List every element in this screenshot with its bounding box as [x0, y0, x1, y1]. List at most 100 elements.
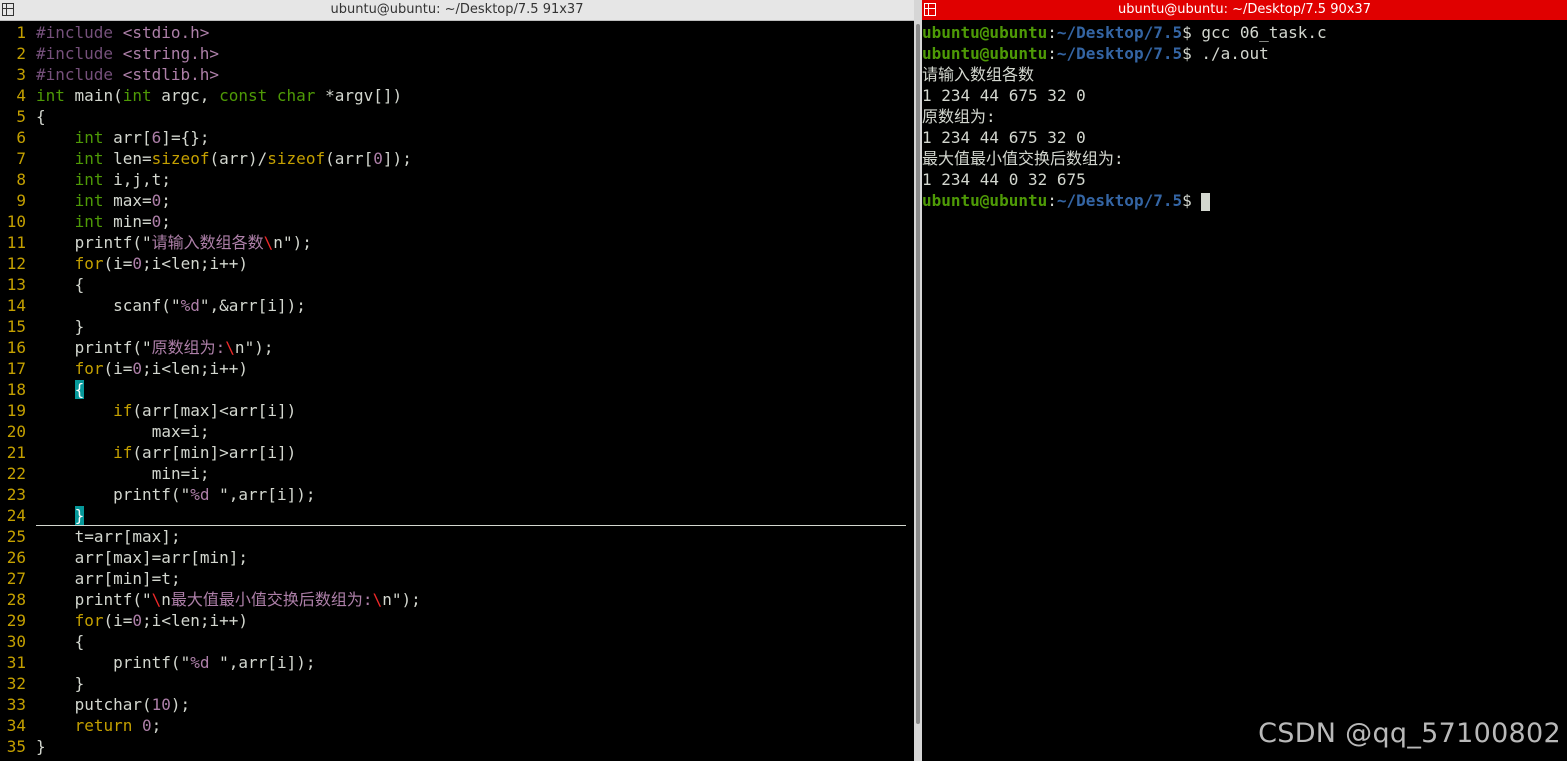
code-text: for(i=0;i<len;i++) — [74, 254, 249, 273]
code-line[interactable]: 12 for(i=0;i<len;i++) — [0, 253, 914, 274]
code-line[interactable]: 5{ — [0, 106, 914, 127]
code-text: int min=0; — [74, 212, 171, 231]
output-line: 原数组为: — [922, 107, 996, 126]
code-line[interactable]: 14 scanf("%d",&arr[i]); — [0, 295, 914, 316]
code-line[interactable]: 15 } — [0, 316, 914, 337]
code-line[interactable]: 10 int min=0; — [0, 211, 914, 232]
terminal-output[interactable]: ubuntu@ubuntu:~/Desktop/7.5$ gcc 06_task… — [922, 22, 1567, 211]
line-number: 22 — [6, 464, 26, 483]
line-number: 31 — [6, 653, 26, 672]
code-line[interactable]: 2 #include <string.h> — [0, 43, 914, 64]
code-area[interactable]: 1 #include <stdio.h> 2 #include <string.h> 3… — [0, 22, 914, 757]
line-number: 12 — [6, 254, 26, 273]
code-line[interactable]: 21 if(arr[min]>arr[i]) — [0, 442, 914, 463]
code-text: { — [74, 380, 85, 399]
csdn-watermark: CSDN @qq_57100802 — [1258, 718, 1561, 749]
line-number: 32 — [6, 674, 26, 693]
code-line[interactable]: 22 min=i; — [0, 463, 914, 484]
code-text: int len=sizeof(arr)/sizeof(arr[0]); — [74, 149, 412, 168]
code-line[interactable]: 33 putchar(10); — [0, 694, 914, 715]
line-number: 25 — [6, 527, 26, 546]
code-text: { — [74, 632, 85, 651]
code-text: min=i; — [151, 464, 210, 483]
code-line[interactable]: 27 arr[min]=t; — [0, 568, 914, 589]
code-line[interactable]: 19 if(arr[max]<arr[i]) — [0, 400, 914, 421]
line-number: 18 — [6, 380, 26, 399]
line-number: 19 — [6, 401, 26, 420]
line-number: 33 — [6, 695, 26, 714]
code-text: arr[max]=arr[min]; — [74, 548, 249, 567]
code-text: arr[min]=t; — [74, 569, 181, 588]
code-text: int max=0; — [74, 191, 171, 210]
line-number: 15 — [6, 317, 26, 336]
line-number: 7 — [16, 149, 26, 168]
terminal-split-icon[interactable] — [924, 3, 936, 16]
code-line[interactable]: 32 } — [0, 673, 914, 694]
line-number: 29 — [6, 611, 26, 630]
line-number: 10 — [6, 212, 26, 231]
vim-editor-window[interactable]: ubuntu@ubuntu: ~/Desktop/7.5 91x37 1 #inc… — [0, 0, 914, 761]
code-text: for(i=0;i<len;i++) — [74, 359, 249, 378]
code-line[interactable]: 24 } — [0, 505, 914, 526]
code-text: printf("请输入数组各数\n"); — [74, 233, 312, 252]
command-text: ./a.out — [1201, 44, 1269, 63]
code-line[interactable]: 16 printf("原数组为:\n"); — [0, 337, 914, 358]
code-line[interactable]: 25 t=arr[max]; — [0, 526, 914, 547]
prompt-path: ~/Desktop/7.5 — [1056, 44, 1183, 63]
line-number: 9 — [16, 191, 26, 210]
left-window-titlebar[interactable]: ubuntu@ubuntu: ~/Desktop/7.5 91x37 — [0, 0, 914, 21]
line-number: 20 — [6, 422, 26, 441]
code-text: return 0; — [74, 716, 162, 735]
code-line[interactable]: 18 { — [0, 379, 914, 400]
prompt-sep: : — [1047, 191, 1057, 210]
left-window-title: ubuntu@ubuntu: ~/Desktop/7.5 91x37 — [330, 2, 584, 17]
prompt-end: $ — [1182, 23, 1202, 42]
code-text: int arr[6]={}; — [74, 128, 210, 147]
command-text: gcc 06_task.c — [1201, 23, 1327, 42]
line-number: 30 — [6, 632, 26, 651]
code-line[interactable]: 34 return 0; — [0, 715, 914, 736]
code-line[interactable]: 7 int len=sizeof(arr)/sizeof(arr[0]); — [0, 148, 914, 169]
line-number: 2 — [16, 44, 26, 63]
code-line[interactable]: 20 max=i; — [0, 421, 914, 442]
scrollbar-thumb[interactable] — [916, 24, 920, 724]
prompt-sep: : — [1047, 44, 1057, 63]
prompt-user: ubuntu@ubuntu — [922, 23, 1048, 42]
code-line[interactable]: 17 for(i=0;i<len;i++) — [0, 358, 914, 379]
code-text: } — [74, 506, 85, 525]
prompt-path: ~/Desktop/7.5 — [1056, 191, 1183, 210]
pane-divider[interactable] — [914, 0, 922, 761]
code-line[interactable]: 23 printf("%d ",arr[i]); — [0, 484, 914, 505]
code-text: #include <string.h> — [36, 44, 220, 63]
code-line[interactable]: 31 printf("%d ",arr[i]); — [0, 652, 914, 673]
line-number: 23 — [6, 485, 26, 504]
line-number: 34 — [6, 716, 26, 735]
code-text: printf("\n最大值最小值交换后数组为:\n"); — [74, 590, 421, 609]
code-text: if(arr[min]>arr[i]) — [113, 443, 297, 462]
code-line[interactable]: 3 #include <stdlib.h> — [0, 64, 914, 85]
code-line[interactable]: 13 { — [0, 274, 914, 295]
prompt-sep: : — [1047, 23, 1057, 42]
output-line: 请输入数组各数 — [922, 65, 1035, 84]
line-number: 14 — [6, 296, 26, 315]
code-line[interactable]: 11 printf("请输入数组各数\n"); — [0, 232, 914, 253]
terminal-split-icon[interactable] — [2, 3, 14, 16]
line-number: 1 — [16, 23, 26, 42]
right-window-titlebar[interactable]: ubuntu@ubuntu: ~/Desktop/7.5 90x37 — [922, 0, 1567, 20]
terminal-line[interactable]: ubuntu@ubuntu:~/Desktop/7.5$ — [922, 190, 1567, 211]
code-text: int i,j,t; — [74, 170, 171, 189]
code-line[interactable]: 6 int arr[6]={}; — [0, 127, 914, 148]
prompt-user: ubuntu@ubuntu — [922, 191, 1048, 210]
code-line[interactable]: 28 printf("\n最大值最小值交换后数组为:\n"); — [0, 589, 914, 610]
code-line[interactable]: 1 #include <stdio.h> — [0, 22, 914, 43]
terminal-window[interactable]: ubuntu@ubuntu: ~/Desktop/7.5 90x37 ubunt… — [922, 0, 1567, 761]
code-text: { — [74, 275, 85, 294]
code-line[interactable]: 26 arr[max]=arr[min]; — [0, 547, 914, 568]
code-line[interactable]: 35} — [0, 736, 914, 757]
line-number: 16 — [6, 338, 26, 357]
code-line[interactable]: 29 for(i=0;i<len;i++) — [0, 610, 914, 631]
code-line[interactable]: 4 int main(int argc, const char *argv[]) — [0, 85, 914, 106]
code-line[interactable]: 30 { — [0, 631, 914, 652]
code-line[interactable]: 8 int i,j,t; — [0, 169, 914, 190]
code-line[interactable]: 9 int max=0; — [0, 190, 914, 211]
